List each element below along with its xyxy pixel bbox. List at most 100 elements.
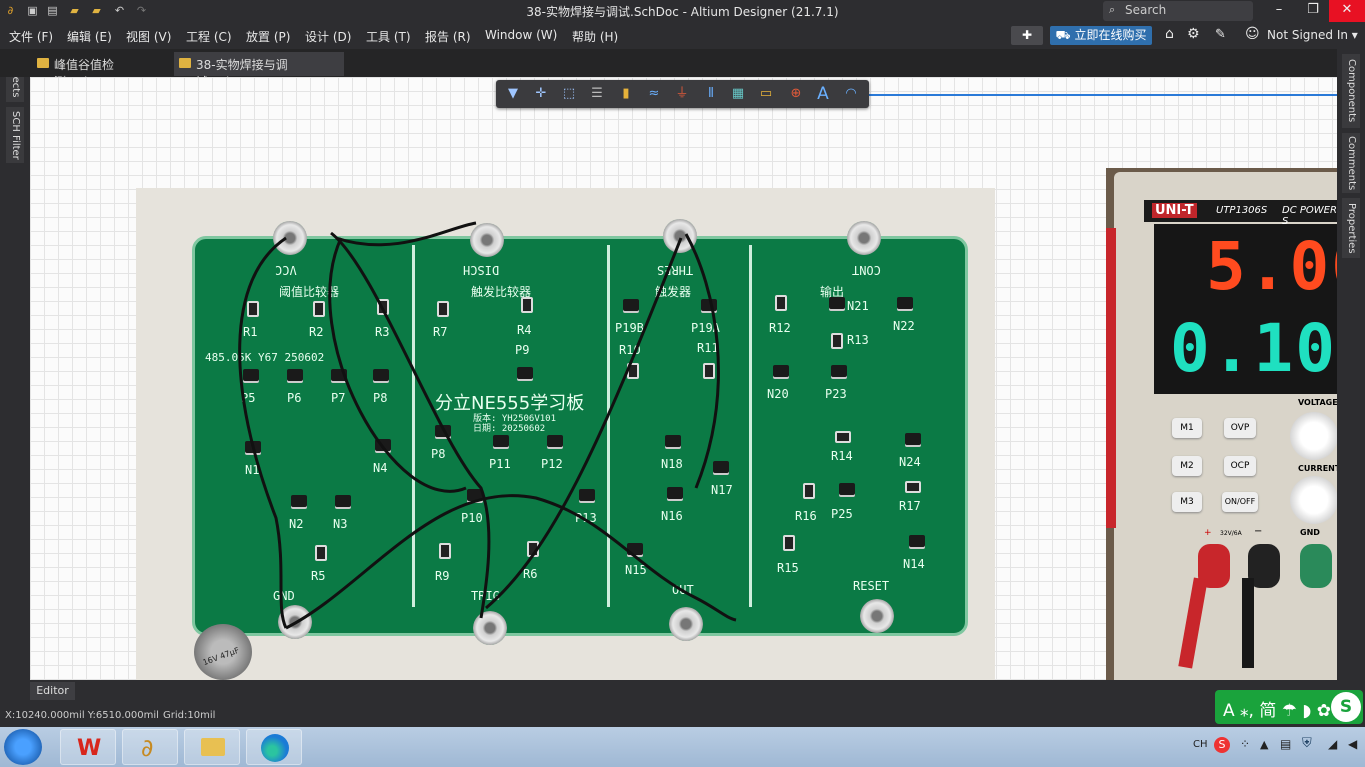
title-bar: ∂ ▣ ▤ ▰ ▰ ↶ ↷ 38-实物焊接与调试.SchDoc - Altium… [0,0,1365,22]
volume-icon[interactable]: ◀ [1348,737,1357,751]
pcb-photo: VCC DISCH THRES CONT 阈值比较器 触发比较器 触发器 输出 … [136,188,995,680]
select-rect-icon[interactable]: ⬚ [559,84,579,104]
current-knob [1290,476,1337,524]
search-box[interactable]: ⌕ Search [1103,1,1253,21]
sogou-logo-icon: S [1331,692,1361,722]
wps-taskbar-item[interactable]: W [60,729,116,765]
arc-icon[interactable]: ◠ [841,84,861,104]
port-icon[interactable]: ▭ [756,84,776,104]
psu-brand: UNI-T [1152,203,1197,218]
schdoc-icon [179,58,191,68]
schdoc-icon [37,58,49,68]
menu-project[interactable]: 工程 (C) [186,28,232,45]
menu-window[interactable]: Window (W) [485,28,557,42]
menu-design[interactable]: 设计 (D) [305,28,351,45]
comments-panel-tab[interactable]: Comments [1342,133,1360,193]
plus-label: + [1204,528,1212,538]
home-icon[interactable]: ⌂ [1165,26,1174,42]
bus-icon[interactable]: ⫴ [701,84,721,104]
psu-display: 5.00 0.100 [1154,224,1337,394]
move-icon[interactable]: ✛ [531,84,551,104]
power-supply-face: UNI-T UTP1306S DC POWER S 5.00 0.100 M1 … [1114,172,1337,680]
sch-filter-panel-tab[interactable]: SCH Filter [6,107,24,163]
components-panel-tab[interactable]: Components [1342,54,1360,128]
language-indicator[interactable]: CH [1193,739,1208,750]
grid-size: Grid:10mil [163,710,216,721]
red-cable [1106,228,1116,528]
tab-peak-detect[interactable]: 峰值谷值检测.SchDoc [32,52,172,89]
menu-file[interactable]: 文件 (F) [9,28,53,45]
directive-icon[interactable]: ⊕ [786,84,806,104]
menu-bar: 文件 (F) 编辑 (E) 视图 (V) 工程 (C) 放置 (P) 设计 (D… [0,22,1365,49]
tray-arrow-icon[interactable]: ▲ [1260,738,1268,751]
shield-icon[interactable]: ⛨ [1302,736,1312,751]
ovp-button: OVP [1224,418,1256,438]
gnd-terminal-label: GND [1300,528,1320,537]
menu-help[interactable]: 帮助 (H) [572,28,618,45]
notifications-icon[interactable]: ✎ [1215,27,1226,42]
cursor-coordinates: X:10240.000mil Y:6510.000mil [5,710,159,721]
onoff-button: ON/OFF [1222,492,1258,512]
voltage-readout: 5.00 [1206,228,1337,305]
menu-reports[interactable]: 报告 (R) [425,28,471,45]
editor-strip [0,680,1365,705]
minimize-button[interactable]: – [1262,0,1296,22]
power-port-icon[interactable]: ⏚ [672,84,692,104]
edge-taskbar-item[interactable] [246,729,302,765]
menu-edit[interactable]: 编辑 (E) [67,28,112,45]
menu-place[interactable]: 放置 (P) [246,28,290,45]
wps-icon: W [77,736,102,761]
device-tray-icon[interactable]: ▤ [1280,737,1291,751]
edge-icon [261,734,289,762]
black-lead [1242,578,1254,668]
align-icon[interactable]: ☰ [587,84,607,104]
green-terminal [1300,544,1332,588]
place-part-icon[interactable]: ▮ [616,84,636,104]
harness-icon[interactable]: ▦ [728,84,748,104]
m1-button: M1 [1172,418,1202,438]
user-icon[interactable]: ☺ [1245,26,1260,42]
psu-header: UNI-T UTP1306S DC POWER S [1144,200,1337,227]
feedback-icon[interactable]: ✚ [1011,26,1043,45]
voltage-knob [1290,412,1337,460]
tab-welding-debug[interactable]: 38-实物焊接与调试.SchDoc [174,52,344,89]
ime-status: A ⁎, 简 ☂ ◗ ✿ [1223,701,1331,721]
altium-icon: ∂ [141,734,154,762]
buy-online-button[interactable]: ⛟ 立即在线购买 [1050,26,1152,45]
start-button[interactable] [4,729,42,765]
properties-panel-tab[interactable]: Properties [1342,198,1360,258]
minus-label: − [1254,526,1263,537]
wire-icon[interactable]: ≈ [644,84,664,104]
close-button[interactable]: ✕ [1329,0,1365,22]
cart-icon: ⛟ [1055,28,1075,42]
psu-model: UTP1306S [1216,205,1268,216]
tray-icon[interactable]: ⁘ [1240,737,1250,751]
voltage-knob-label: VOLTAGE [1298,398,1337,407]
sogou-tray-icon[interactable]: S [1214,737,1230,753]
network-icon[interactable]: ◢ [1328,737,1337,751]
spec-label: 32V/6A [1220,530,1242,537]
active-bar-toolbar: ▼ ✛ ⬚ ☰ ▮ ≈ ⏚ ⫴ ▦ ▭ ⊕ A ◠ [496,80,869,108]
document-tabs: 峰值谷值检测.SchDoc 38-实物焊接与调试.SchDoc [0,49,1365,89]
power-supply-photo: UNI-T UTP1306S DC POWER S 5.00 0.100 M1 … [1106,168,1337,680]
user-account[interactable]: Not Signed In ▾ [1267,28,1358,42]
search-icon: ⌕ [1109,3,1116,16]
explorer-taskbar-item[interactable] [184,729,240,765]
wires [238,221,737,630]
wire-line [868,94,1337,96]
altium-taskbar-item[interactable]: ∂ [122,729,178,765]
ime-toolbar[interactable]: A ⁎, 简 ☂ ◗ ✿ S [1215,690,1363,724]
filter-icon[interactable]: ▼ [503,84,523,104]
taskbar: W ∂ CH S ⁘ ▲ ▤ ⛨ ◢ ◀ [0,727,1365,767]
editor-tab[interactable]: Editor [30,682,75,700]
folder-icon [201,738,225,756]
left-panel-strip: Projects SCH Filter [0,49,30,705]
m3-button: M3 [1172,492,1202,512]
menu-tools[interactable]: 工具 (T) [366,28,411,45]
text-icon[interactable]: A [813,84,833,104]
m2-button: M2 [1172,456,1202,476]
menu-view[interactable]: 视图 (V) [126,28,171,45]
right-panel-strip: Components Comments Properties [1337,49,1365,705]
gear-icon[interactable]: ⚙ [1187,26,1200,42]
maximize-button[interactable]: ❐ [1296,0,1330,22]
